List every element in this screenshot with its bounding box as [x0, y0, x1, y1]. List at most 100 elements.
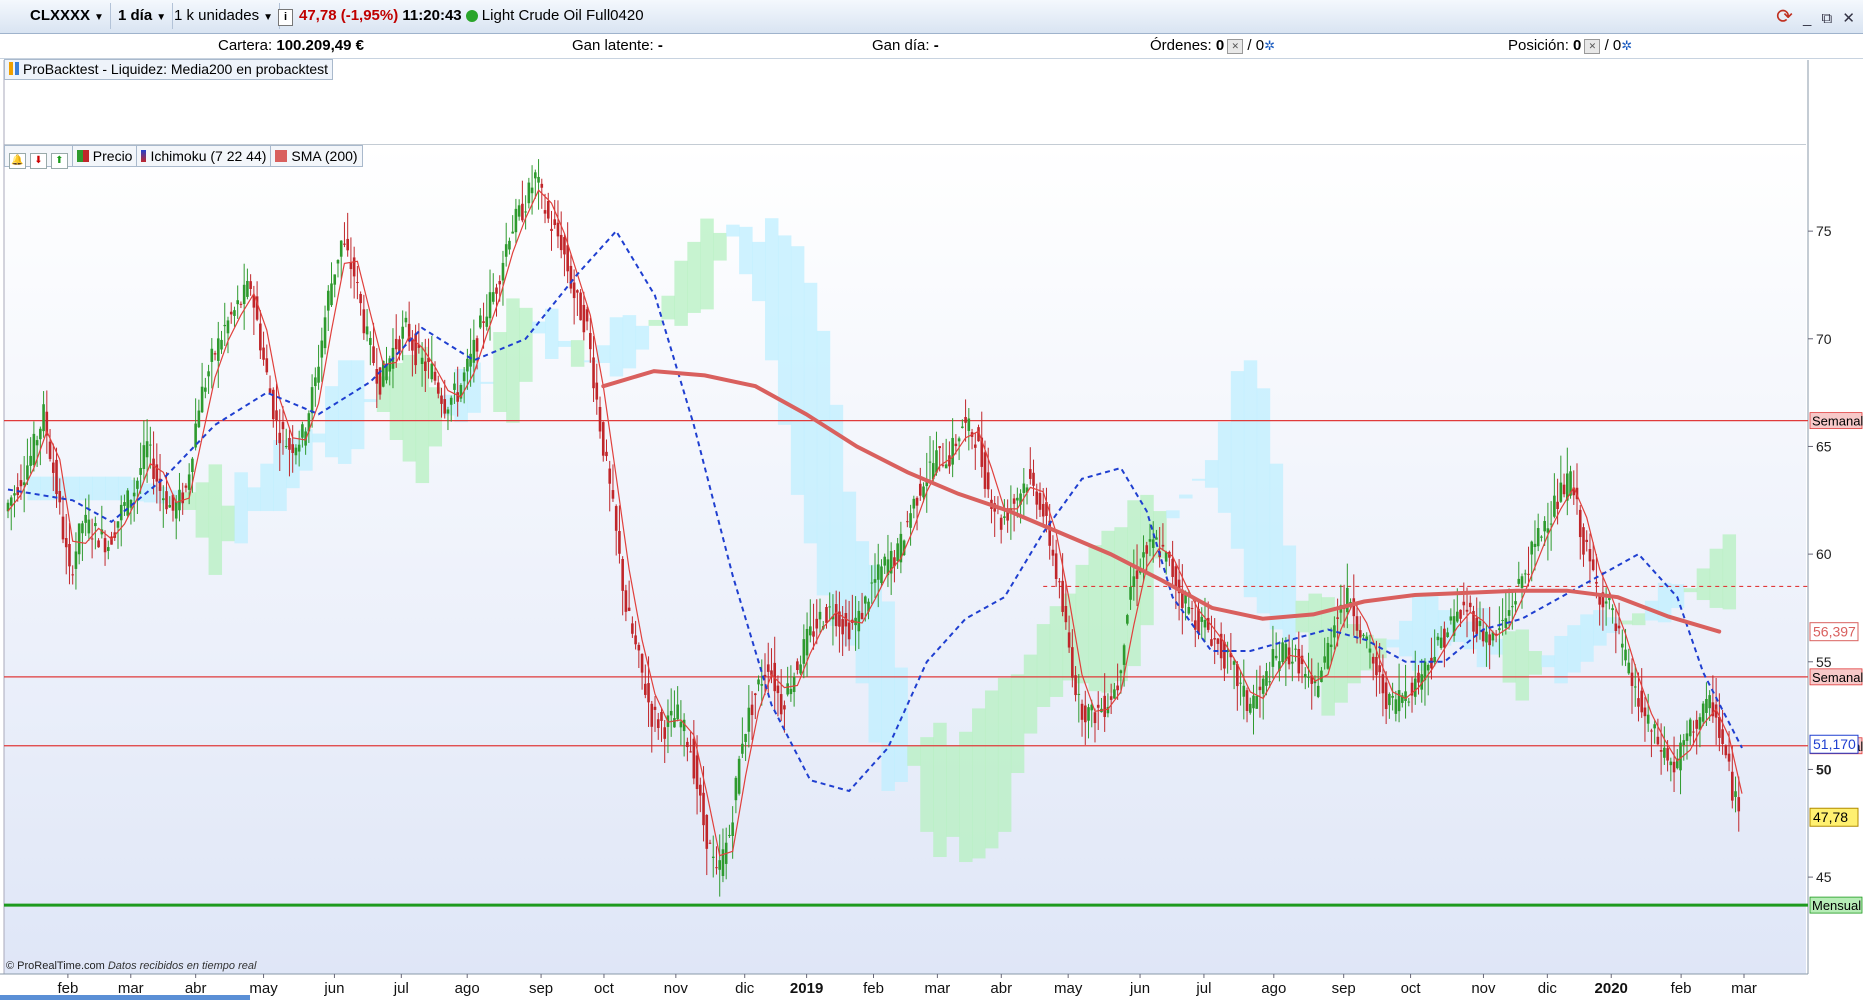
candle-body	[747, 707, 751, 732]
candle-body	[1303, 673, 1307, 678]
candle-body	[1394, 699, 1398, 714]
candle-body	[1556, 501, 1559, 510]
ichimoku-cloud-segment	[1243, 360, 1258, 598]
candle-body	[233, 310, 236, 316]
candle-body	[705, 814, 709, 849]
ichimoku-cloud-segment	[752, 241, 766, 302]
candle-body	[737, 758, 741, 794]
candle-body	[973, 444, 977, 448]
candle-body	[1540, 536, 1543, 538]
candle-body	[375, 369, 379, 384]
ichimoku-cloud-segment	[816, 330, 831, 596]
legend-precio[interactable]: Precio	[73, 146, 138, 166]
ichimoku-cloud-segment	[674, 260, 688, 326]
legend-sma[interactable]: SMA (200)	[271, 146, 361, 166]
candle-body	[1595, 581, 1598, 584]
candle-body	[1488, 634, 1491, 646]
candle-body	[339, 240, 343, 257]
candle-body	[731, 822, 734, 836]
candle-body	[1559, 482, 1563, 502]
sell-arrow-icon[interactable]: ⬇	[29, 153, 47, 169]
candle-body	[1553, 495, 1556, 517]
candle-body	[504, 244, 508, 257]
legend-ichimoku[interactable]: Ichimoku (7 22 44)	[137, 146, 272, 166]
candle-body	[1032, 472, 1035, 486]
candle-body	[1588, 549, 1592, 562]
y-tick-label: 70	[1816, 331, 1832, 347]
ichimoku-cloud-segment	[881, 601, 895, 791]
candle-body	[1446, 632, 1449, 637]
ichimoku-cloud-segment	[363, 399, 378, 403]
candle-body	[1096, 704, 1100, 708]
y-tick-label: 65	[1816, 438, 1832, 454]
candle-body	[404, 317, 408, 323]
bell-icon[interactable]: 🔔	[9, 153, 26, 169]
candle-body	[9, 497, 13, 506]
x-tick-label: jul	[1195, 980, 1211, 997]
candle-body	[1633, 686, 1637, 688]
candle-body	[1164, 552, 1168, 562]
candle-body	[1087, 707, 1090, 721]
candle-body	[1591, 559, 1595, 571]
x-tick-label: oct	[594, 980, 615, 997]
candle-body	[326, 290, 330, 311]
ichimoku-cloud-segment	[1528, 651, 1542, 675]
ichimoku-cloud-segment	[933, 722, 947, 858]
candle-body	[598, 406, 602, 432]
candle-body	[1248, 703, 1252, 713]
candle-body	[246, 280, 249, 297]
candle-body	[1064, 605, 1068, 623]
candle-body	[1404, 691, 1407, 701]
ichimoku-cloud-segment	[777, 235, 792, 425]
candle-body	[863, 596, 867, 604]
candle-body	[346, 238, 349, 251]
buy-arrow-icon[interactable]: ⬆	[50, 153, 68, 169]
candle-body	[1291, 661, 1294, 664]
candle-body	[1653, 724, 1656, 729]
candle-body	[1051, 549, 1055, 556]
candle-body	[896, 543, 899, 562]
candle-body	[178, 489, 181, 511]
candle-body	[310, 387, 314, 414]
ichimoku-cloud-segment	[635, 325, 650, 350]
indicator-legend: 🔔 ⬇ ⬆ Precio Ichimoku (7 22 44) SMA (200)	[4, 145, 363, 169]
candle-body	[1145, 545, 1149, 554]
probacktest-label[interactable]: ProBacktest - Liquidez: Media200 en prob…	[4, 59, 334, 80]
candle-body	[1520, 576, 1524, 588]
candle-body	[1640, 690, 1644, 713]
legend-precio-label: Precio	[92, 148, 133, 164]
candle-body	[1527, 573, 1530, 575]
candle-body	[284, 445, 288, 448]
candle-body	[436, 382, 440, 394]
candle-body	[314, 377, 317, 387]
candle-body	[152, 458, 155, 479]
candle-body	[181, 492, 184, 504]
ichimoku-cloud-segment	[764, 218, 779, 361]
candle-body	[320, 340, 324, 358]
candle-body	[71, 574, 75, 576]
candle-body	[1132, 576, 1136, 587]
candle-body	[26, 465, 29, 480]
ichimoku-cloud-segment	[92, 476, 106, 501]
x-tick-label: feb	[57, 980, 78, 997]
candle-body	[1433, 656, 1436, 662]
candle-body	[294, 447, 298, 456]
candle-body	[627, 607, 631, 611]
ichimoku-cloud-segment	[234, 472, 248, 544]
ichimoku-cloud-segment	[389, 363, 404, 440]
candle-body	[1724, 745, 1728, 756]
candle-body	[1501, 619, 1504, 621]
candle-body	[485, 316, 489, 327]
candle-body	[278, 432, 282, 444]
candle-body	[1643, 707, 1647, 717]
candle-body	[1517, 578, 1521, 584]
candle-body	[957, 438, 961, 442]
candle-body	[265, 358, 269, 373]
candle-body	[912, 498, 916, 509]
candle-body	[796, 661, 799, 671]
candle-body	[1705, 698, 1708, 713]
candle-body	[1666, 748, 1669, 761]
candle-body	[1701, 703, 1705, 722]
candle-body	[1585, 539, 1589, 542]
candle-body	[440, 395, 443, 404]
